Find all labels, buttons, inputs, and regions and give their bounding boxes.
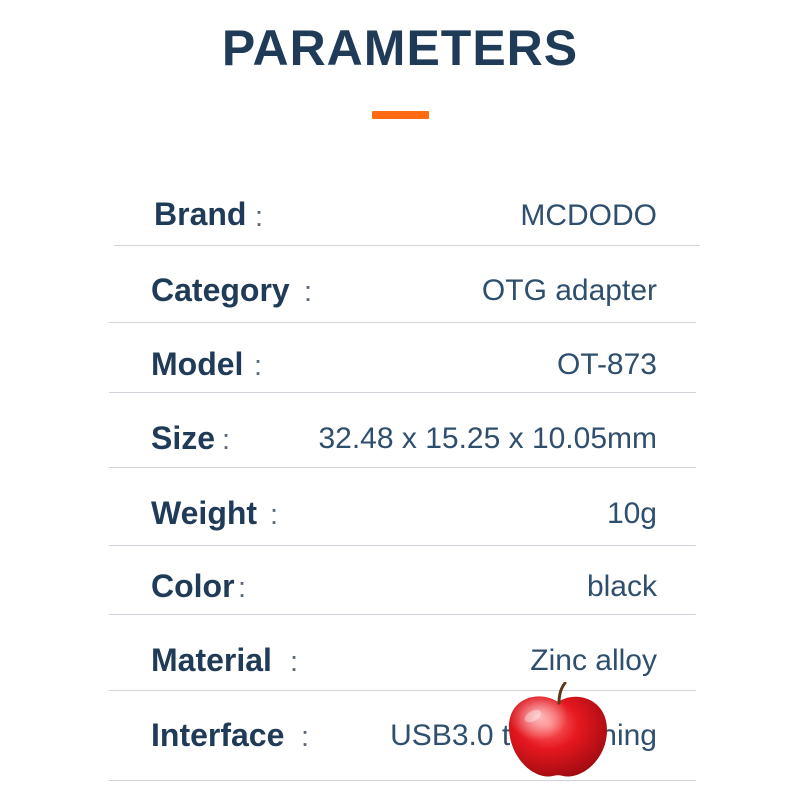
parameter-colon: : xyxy=(222,424,231,456)
row-divider xyxy=(109,392,696,393)
parameter-colon: : xyxy=(304,276,313,308)
parameter-label: Brand xyxy=(154,196,247,232)
parameter-colon: : xyxy=(270,499,279,531)
parameter-value: black xyxy=(586,570,657,603)
parameter-colon: : xyxy=(290,646,299,678)
row-divider xyxy=(109,322,696,323)
parameters-table: Brand : MCDODO Category : OTG adapter Mo… xyxy=(0,0,800,800)
parameter-value: Zinc alloy xyxy=(530,644,657,677)
parameter-label: Category xyxy=(151,272,290,308)
row-divider xyxy=(109,614,696,615)
row-divider xyxy=(109,467,696,468)
parameter-value: 10g xyxy=(606,497,657,530)
row-divider xyxy=(114,245,700,246)
parameter-label: Color xyxy=(151,568,235,604)
parameter-label: Interface xyxy=(151,717,285,753)
parameter-value: OTG adapter xyxy=(481,274,657,307)
parameter-label: Weight xyxy=(151,495,258,531)
parameter-value: 32.48 x 15.25 x 10.05mm xyxy=(318,422,657,455)
parameter-label: Size xyxy=(151,420,216,456)
parameter-colon: : xyxy=(238,572,247,604)
parameter-colon: : xyxy=(255,201,264,233)
parameter-label: Model xyxy=(151,346,244,382)
row-divider xyxy=(109,545,696,546)
parameter-label: Material xyxy=(151,642,272,678)
parameter-value: OT-873 xyxy=(556,348,657,381)
parameter-value: MCDODO xyxy=(520,199,657,232)
parameter-colon: : xyxy=(254,350,263,382)
parameter-colon: : xyxy=(301,721,310,753)
apple-icon xyxy=(508,682,607,777)
